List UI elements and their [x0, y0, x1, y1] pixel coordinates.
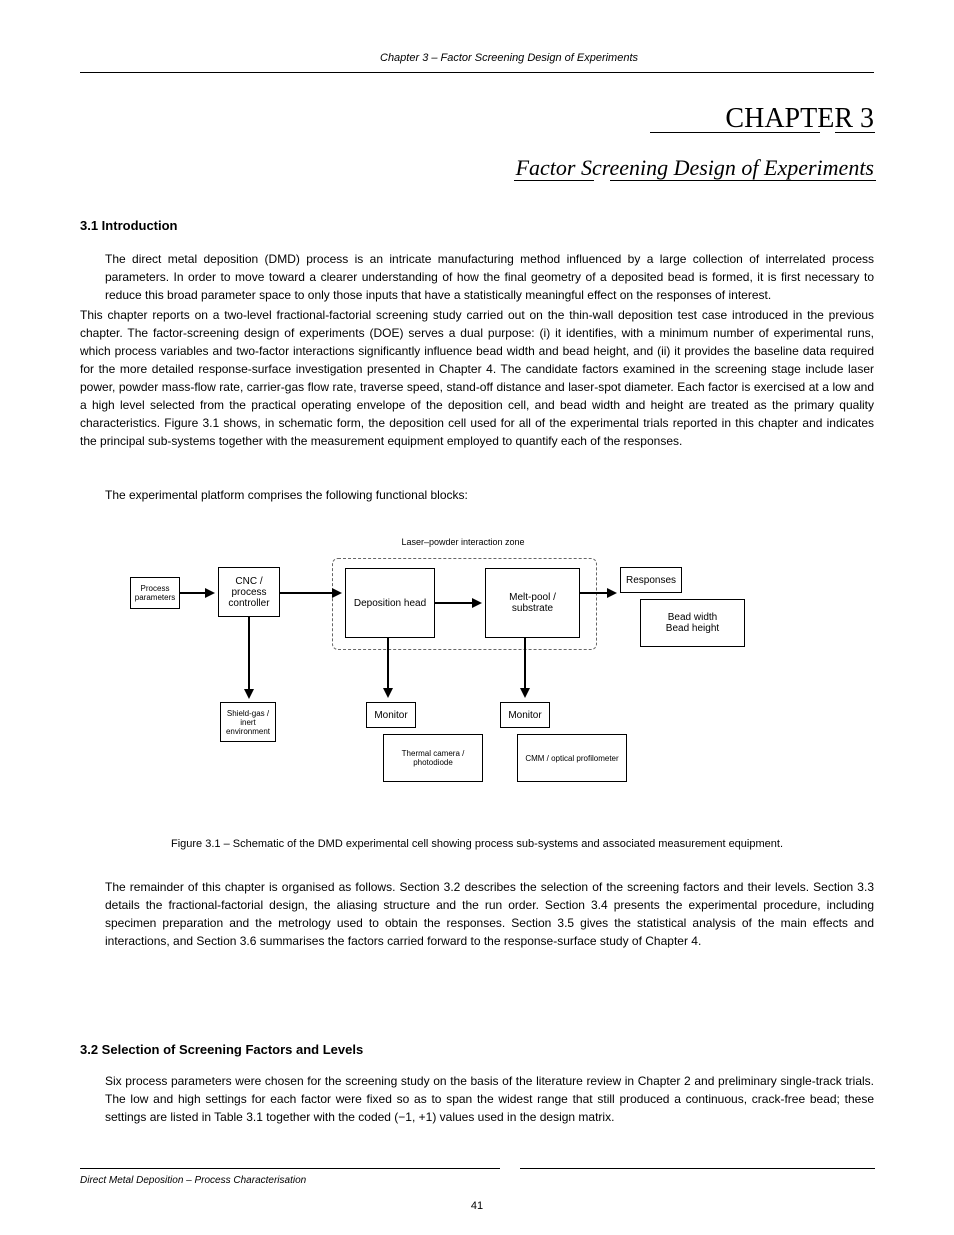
figure-diagram: Laser–powder interaction zone Process pa… [120, 555, 820, 835]
footer: Direct Metal Deposition – Process Charac… [80, 1175, 874, 1186]
body-paragraph: This chapter reports on a two-level frac… [80, 306, 874, 450]
arrow [280, 592, 335, 594]
arrow [524, 638, 526, 691]
decor-rule [835, 132, 875, 133]
arrow [180, 592, 208, 594]
footer-rule [520, 1168, 875, 1169]
section-heading: 3.1 Introduction [80, 218, 178, 233]
block-meltpool: Melt-pool / substrate [485, 568, 580, 638]
arrow-head-icon [520, 688, 530, 698]
block-input: Process parameters [130, 577, 180, 609]
body-paragraph: Six process parameters were chosen for t… [105, 1072, 874, 1126]
body-paragraph: The direct metal deposition (DMD) proces… [105, 250, 874, 304]
block-monitor1-label: Monitor [366, 702, 416, 728]
footer-rule [80, 1168, 500, 1169]
subsection-heading: 3.2 Selection of Screening Factors and L… [80, 1042, 363, 1057]
page-number: 41 [0, 1200, 954, 1212]
chapter-number: CHAPTER 3 [725, 103, 874, 135]
arrow-head-icon [205, 588, 215, 598]
figure-caption: Figure 3.1 – Schematic of the DMD experi… [80, 838, 874, 850]
decor-rule [650, 132, 820, 133]
block-monitor2-items: CMM / optical profilometer [517, 734, 627, 782]
arrow-head-icon [244, 689, 254, 699]
block-responses-label: Responses [620, 567, 682, 593]
decor-rule [514, 180, 594, 181]
arrow-head-icon [383, 688, 393, 698]
footer-left: Direct Metal Deposition – Process Charac… [80, 1175, 306, 1186]
arrow-head-icon [472, 598, 482, 608]
arrow [248, 617, 250, 692]
block-monitor1-items: Thermal camera / photodiode [383, 734, 483, 782]
arrow-head-icon [607, 588, 617, 598]
group-label: Laser–powder interaction zone [338, 537, 588, 547]
chapter-title: Factor Screening Design of Experiments [260, 155, 874, 181]
arrow [387, 638, 389, 691]
block-responses-items: Bead width Bead height [640, 599, 745, 647]
arrow-head-icon [332, 588, 342, 598]
block-head: Deposition head [345, 568, 435, 638]
header-rule [80, 72, 874, 73]
block-environment: Shield-gas / inert environment [220, 702, 276, 742]
block-controller: CNC / process controller [218, 567, 280, 617]
body-paragraph: The remainder of this chapter is organis… [105, 878, 874, 950]
block-monitor2-label: Monitor [500, 702, 550, 728]
arrow [580, 592, 610, 594]
running-header: Chapter 3 – Factor Screening Design of E… [380, 52, 638, 64]
decor-rule [610, 180, 876, 181]
arrow [435, 602, 475, 604]
body-paragraph: The experimental platform comprises the … [105, 486, 874, 504]
